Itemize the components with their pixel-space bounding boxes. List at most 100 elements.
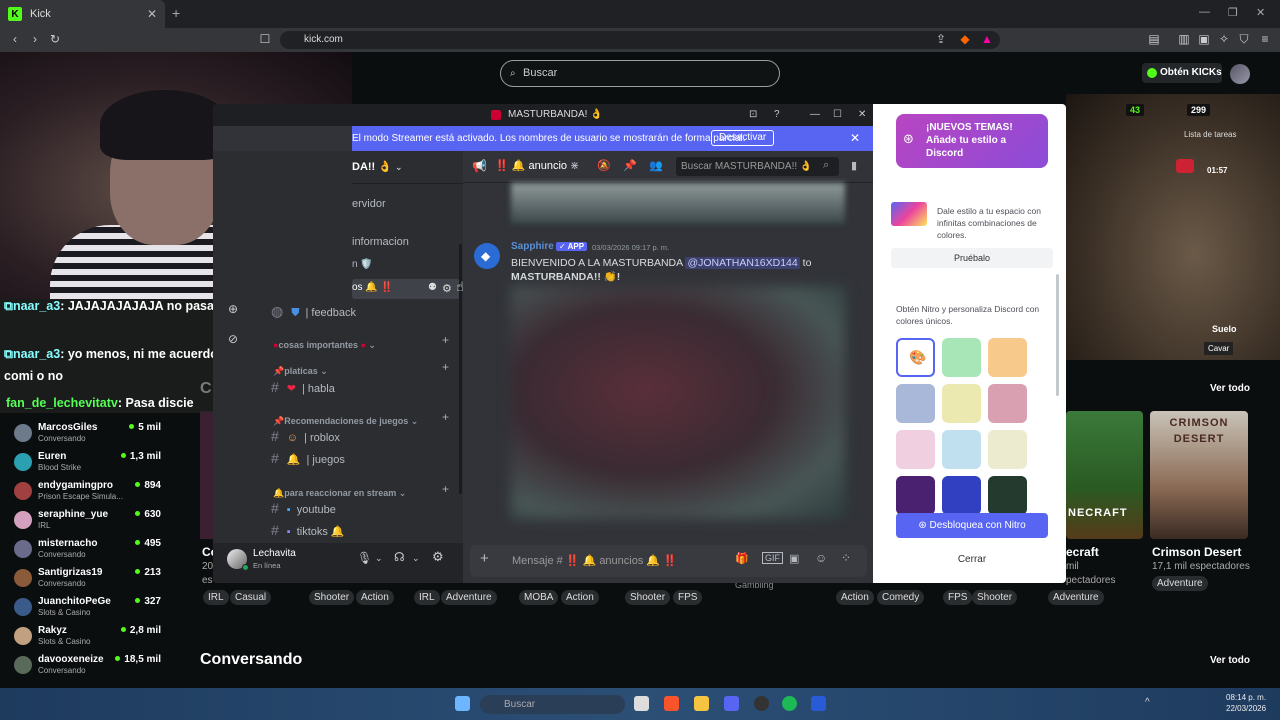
category-tag[interactable]: Adventure <box>1152 576 1208 591</box>
maximize-icon[interactable]: ❐ <box>1228 6 1238 19</box>
user-settings-gear-icon[interactable]: ⚙ <box>432 549 444 565</box>
inbox-icon[interactable]: ▮ <box>851 159 857 172</box>
sidebar-channel[interactable]: seraphine_yue IRL 630 <box>0 506 170 535</box>
chevron-down-icon[interactable]: ⌄ <box>412 553 420 564</box>
channel-youtube[interactable]: # ▪ youtube <box>271 498 336 518</box>
reload-icon[interactable]: ↻ <box>49 33 61 45</box>
spotify-icon[interactable] <box>782 696 797 711</box>
close-icon[interactable]: ✕ <box>858 104 866 126</box>
leo-ai-icon[interactable]: ✧ <box>1218 33 1230 45</box>
compass-icon[interactable]: ⊘ <box>228 332 238 346</box>
theme-swatch[interactable] <box>942 338 981 377</box>
sidebar-channel[interactable]: Rakyz Slots & Casino 2,8 mil <box>0 622 170 651</box>
add-channel-icon[interactable]: + <box>442 360 449 374</box>
category-tag[interactable]: Adventure <box>1048 590 1104 605</box>
gift-icon[interactable]: 🎁 <box>735 552 749 565</box>
category-tag[interactable]: Adventure <box>441 590 497 605</box>
category-tag[interactable]: IRL <box>414 590 440 605</box>
pin-icon[interactable]: 📌 <box>623 159 637 172</box>
category-tag[interactable]: FPS <box>673 590 703 605</box>
message-author[interactable]: Sapphire <box>511 241 554 252</box>
back-icon[interactable]: ‹ <box>9 33 21 45</box>
minimize-icon[interactable]: — <box>810 104 820 126</box>
avatar[interactable] <box>1230 64 1250 84</box>
ver-todo-link[interactable]: Ver todo <box>1210 383 1250 394</box>
gear-icon[interactable]: ⚙ <box>442 282 452 295</box>
ver-todo-link[interactable]: Ver todo <box>1210 655 1250 666</box>
category-card-minecraft[interactable]: NECRAFT <box>1066 411 1143 539</box>
attach-plus-icon[interactable]: + <box>480 550 489 567</box>
channel-browser[interactable]: ervidor <box>352 198 386 210</box>
discord-icon[interactable] <box>724 696 739 711</box>
inbox-icon[interactable]: ⊡ <box>749 104 757 126</box>
theme-swatch[interactable] <box>896 430 935 469</box>
task-view-icon[interactable] <box>634 696 649 711</box>
theme-scrollbar[interactable] <box>1056 274 1059 396</box>
mute-bell-icon[interactable]: 🔕 <box>597 159 611 172</box>
chevron-down-icon[interactable]: ⌄ <box>375 553 383 564</box>
user-mention[interactable]: @JONATHAN16XD144 <box>685 257 800 269</box>
message-image-blurred[interactable] <box>511 286 845 519</box>
vscode-icon[interactable] <box>811 696 826 711</box>
obs-icon[interactable] <box>754 696 769 711</box>
theme-swatch[interactable] <box>942 476 981 515</box>
close-banner-icon[interactable]: ✕ <box>850 131 860 145</box>
chevron-up-icon[interactable]: ^ <box>1145 697 1150 708</box>
sidebar-channel[interactable]: Euren Blood Strike 1,3 mil <box>0 448 170 477</box>
theme-swatch[interactable] <box>896 384 935 423</box>
apps-icon[interactable]: ⁘ <box>841 551 851 565</box>
forward-icon[interactable]: › <box>29 33 41 45</box>
channel-anuncios[interactable]: os 🔔 ‼️ <box>352 282 393 293</box>
category-card[interactable] <box>200 411 213 539</box>
theme-swatch[interactable] <box>988 430 1027 469</box>
theme-swatch[interactable] <box>942 430 981 469</box>
category-tag[interactable]: Action <box>561 590 599 605</box>
desactivar-button[interactable]: Desactivar <box>711 130 775 146</box>
category-tag[interactable]: IRL <box>203 590 229 605</box>
category-tag[interactable]: Action <box>836 590 874 605</box>
microphone-icon[interactable]: 🎙 <box>357 551 372 565</box>
sidebar-channel[interactable]: JuanchitoPeGe Slots & Casino 327 <box>0 593 170 622</box>
rewards-icon[interactable]: ▲ <box>981 33 993 45</box>
category-tag[interactable]: Comedy <box>877 590 925 605</box>
kick-search-input[interactable]: Buscar <box>500 60 780 87</box>
close-tab-icon[interactable]: ✕ <box>147 7 157 21</box>
help-icon[interactable]: ? <box>774 104 780 126</box>
taskbar-clock[interactable]: 08:14 p. m. 22/03/2026 <box>1226 692 1266 714</box>
headphones-icon[interactable]: ☊ <box>394 550 405 564</box>
category-tag[interactable]: MOBA <box>519 590 559 605</box>
category-tag[interactable]: Casual <box>230 590 272 605</box>
server-name[interactable]: DA!! 👌 ⌄ <box>352 151 463 183</box>
gif-icon[interactable]: GIF <box>762 552 783 564</box>
taskbar-search[interactable]: Buscar <box>480 695 625 714</box>
sidebar-channel[interactable]: MarcosGiles Conversando 5 mil <box>0 419 170 448</box>
discord-search-input[interactable]: Buscar MASTURBANDA!! 👌 <box>676 157 839 176</box>
share-icon[interactable]: ⇪ <box>935 33 947 45</box>
category-cosas-importantes[interactable]: ●cosas importantes ● ⌄ <box>273 335 376 353</box>
category-card-crimson-desert[interactable]: CRIMSON DESERT <box>1150 411 1248 539</box>
message-input[interactable]: Mensaje # ‼️ 🔔 anuncios 🔔 ‼️ <box>470 545 867 577</box>
channel-juegos[interactable]: # 🔔 | juegos <box>271 448 345 468</box>
channel-item[interactable]: n 🛡️ <box>352 259 373 270</box>
panel-icon[interactable]: ▥ <box>1178 33 1190 45</box>
close-window-icon[interactable]: ✕ <box>1256 6 1265 19</box>
theme-swatch[interactable] <box>988 476 1027 515</box>
category-tag[interactable]: Shooter <box>309 590 355 605</box>
wallet-icon[interactable]: ▣ <box>1198 33 1210 45</box>
featured-stream-video[interactable] <box>1066 94 1280 360</box>
message-image-blurred[interactable] <box>511 183 845 224</box>
sidebar-channel[interactable]: misternacho Conversando 495 <box>0 535 170 564</box>
category-tag[interactable]: Shooter <box>972 590 1018 605</box>
file-explorer-icon[interactable] <box>694 696 709 711</box>
minimize-icon[interactable]: — <box>1199 6 1210 18</box>
theme-swatch[interactable] <box>988 338 1027 377</box>
bookmark-icon[interactable]: ☐ <box>259 33 271 45</box>
sidebar-channel[interactable]: Santigrizas19 Conversando 213 <box>0 564 170 593</box>
menu-icon[interactable]: ≡ <box>1259 33 1271 45</box>
theme-swatch[interactable] <box>988 384 1027 423</box>
channel-feedback[interactable]: ◍ ⛊ | feedback <box>271 301 356 321</box>
members-icon[interactable]: 👥 <box>649 159 663 172</box>
plus-circle-icon[interactable]: ⊕ <box>228 302 238 316</box>
sticker-icon[interactable]: ▣ <box>789 552 799 565</box>
nitro-hero-banner[interactable]: ¡NUEVOS TEMAS! Añade tu estilo a Discord <box>896 114 1048 168</box>
